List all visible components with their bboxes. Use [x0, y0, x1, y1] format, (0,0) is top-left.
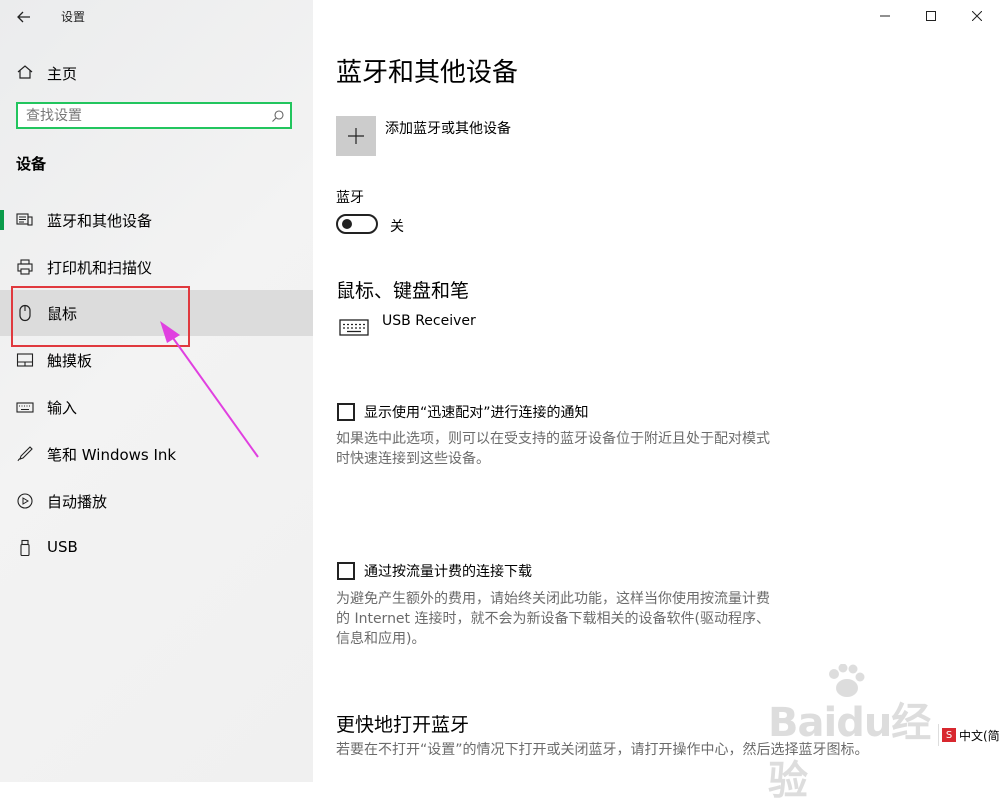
window-controls	[862, 0, 1000, 32]
add-device-button[interactable]	[336, 116, 376, 156]
keyboard-icon	[339, 318, 369, 342]
autoplay-icon	[16, 492, 34, 510]
metered-download-description: 为避免产生额外的费用，请始终关闭此功能，这样当你使用按流量计费的 Interne…	[336, 591, 770, 647]
main-content: 蓝牙和其他设备 添加蓝牙或其他设备 蓝牙 关 鼠标、键盘和笔 USB Recei…	[313, 0, 1000, 782]
sidebar-item-label: 输入	[47, 399, 78, 417]
home-icon	[16, 63, 34, 85]
plus-icon	[348, 128, 364, 144]
sidebar-item-label: 主页	[47, 65, 78, 83]
toggle-knob	[342, 219, 352, 229]
sidebar-item-label: 自动播放	[47, 493, 108, 511]
sidebar-item-pen[interactable]: 笔和 Windows Ink	[0, 431, 313, 477]
search-input[interactable]	[26, 107, 266, 125]
ime-indicator[interactable]: S 中文(简	[938, 724, 1000, 746]
swift-pair-checkbox[interactable]	[337, 403, 355, 421]
swift-pair-description: 如果选中此选项，则可以在受支持的蓝牙设备位于附近且处于配对模式时快速连接到这些设…	[336, 431, 770, 467]
page-title: 蓝牙和其他设备	[336, 58, 519, 88]
sidebar-item-label: 笔和 Windows Ink	[47, 446, 177, 464]
maximize-button[interactable]	[908, 0, 954, 32]
bluetooth-devices-icon	[16, 211, 34, 229]
metered-download-checkbox[interactable]	[337, 562, 355, 580]
sidebar-item-typing[interactable]: 输入	[0, 384, 313, 430]
sidebar-item-home[interactable]: 主页	[0, 55, 313, 89]
sidebar-item-label: 触摸板	[47, 352, 93, 370]
sidebar-item-bluetooth[interactable]: 蓝牙和其他设备	[0, 197, 313, 243]
bluetooth-toggle[interactable]	[336, 214, 378, 234]
sidebar-item-label: 蓝牙和其他设备	[47, 212, 153, 230]
sidebar-item-autoplay[interactable]: 自动播放	[0, 478, 313, 524]
sogou-ime-icon: S	[942, 728, 956, 742]
minimize-button[interactable]	[862, 0, 908, 32]
sidebar-item-printers[interactable]: 打印机和扫描仪	[0, 244, 313, 290]
app-title: 设置	[61, 10, 86, 24]
sidebar-item-usb[interactable]: USB	[0, 525, 313, 571]
sidebar-item-label: 鼠标	[47, 305, 78, 323]
search-icon[interactable]	[271, 108, 285, 127]
mouse-section-title: 鼠标、键盘和笔	[336, 280, 470, 302]
sidebar: 设置 主页 设备 蓝牙和其他设备 打印机和扫描仪 鼠标 触摸板	[0, 0, 313, 782]
back-button[interactable]	[8, 3, 40, 31]
maximize-icon	[926, 11, 936, 21]
section-title: 设备	[16, 155, 47, 173]
mouse-icon	[16, 304, 34, 322]
device-name[interactable]: USB Receiver	[382, 313, 476, 329]
bluetooth-state-label: 关	[390, 219, 404, 235]
sidebar-item-label: 打印机和扫描仪	[47, 259, 153, 277]
quick-bluetooth-description: 若要在不打开“设置”的情况下打开或关闭蓝牙，请打开操作中心，然后选择蓝牙图标。	[336, 742, 869, 758]
back-arrow-icon	[17, 11, 30, 23]
sidebar-item-mouse[interactable]: 鼠标	[0, 290, 313, 336]
close-icon	[972, 11, 982, 21]
sidebar-item-touchpad[interactable]: 触摸板	[0, 337, 313, 383]
sidebar-item-label: USB	[47, 538, 78, 556]
metered-download-label[interactable]: 通过按流量计费的连接下载	[364, 561, 532, 581]
keyboard-icon	[16, 398, 34, 416]
minimize-icon	[880, 15, 890, 17]
ime-label: 中文(简	[959, 728, 1000, 743]
close-button[interactable]	[954, 0, 1000, 32]
add-device-label[interactable]: 添加蓝牙或其他设备	[385, 118, 511, 138]
search-box[interactable]	[16, 102, 292, 129]
touchpad-icon	[16, 351, 34, 369]
printer-icon	[16, 258, 34, 276]
bluetooth-label: 蓝牙	[336, 190, 364, 206]
swift-pair-label[interactable]: 显示使用“迅速配对”进行连接的通知	[364, 402, 589, 422]
usb-icon	[16, 539, 34, 557]
pen-icon	[16, 445, 34, 463]
quick-bluetooth-title: 更快地打开蓝牙	[336, 714, 470, 736]
